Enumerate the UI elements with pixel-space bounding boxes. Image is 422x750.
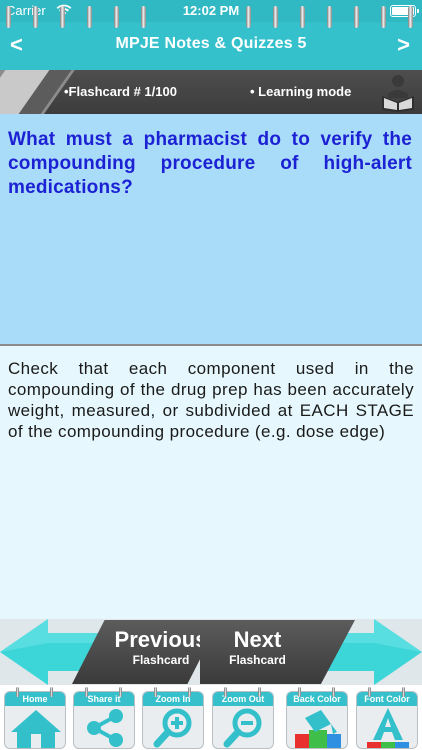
tile-pin: [298, 687, 301, 697]
page-title: MPJE Notes & Quizzes 5: [115, 35, 307, 52]
zoom-in-button[interactable]: Zoom In: [140, 687, 206, 749]
back-color-label: Back Color: [293, 694, 341, 704]
paint-bucket-icon: [295, 710, 341, 748]
zoom-out-label: Zoom Out: [221, 694, 265, 704]
home-icon: [11, 710, 61, 748]
font-color-button[interactable]: Font Color: [354, 687, 420, 749]
spiral-ring: [246, 6, 251, 28]
tile-pin: [332, 687, 335, 697]
share-icon: [87, 709, 123, 747]
answer-text: Check that each component used in the co…: [8, 359, 414, 441]
spiral-ring: [141, 6, 146, 28]
home-tile: Home: [4, 691, 66, 749]
tile-header: Share it: [74, 692, 134, 706]
tile-pin: [154, 687, 157, 697]
zoom-in-tile: Zoom In: [142, 691, 204, 749]
flashcard-counter: •Flashcard # 1/100: [64, 84, 177, 99]
tile-pin: [402, 687, 405, 697]
tile-pin: [368, 687, 371, 697]
tile-pin: [85, 687, 88, 697]
zoom-out-button[interactable]: Zoom Out: [210, 687, 276, 749]
spiral-ring: [60, 6, 65, 28]
spiral-ring: [408, 6, 413, 28]
info-banner: •Flashcard # 1/100 • Learning mode: [0, 70, 422, 114]
mode-label: • Learning mode: [250, 84, 352, 99]
share-button[interactable]: Share it: [71, 687, 137, 749]
home-label: Home: [22, 694, 48, 704]
bottom-toolbar: Home Share it Zoom In Zoom Out Back Colo…: [0, 685, 422, 750]
zoom-in-icon: [153, 708, 192, 748]
zoom-out-tile: Zoom Out: [212, 691, 274, 749]
tile-pin: [50, 687, 53, 697]
tile-pin: [16, 687, 19, 697]
spiral-ring: [87, 6, 92, 28]
font-color-label: Font Color: [364, 694, 410, 704]
share-label: Share it: [87, 694, 121, 704]
spiral-ring: [354, 6, 359, 28]
home-button[interactable]: Home: [2, 687, 68, 749]
spiral-binding: [0, 6, 422, 30]
flashcard-navigation: Previous Flashcard Next Flashcard: [0, 619, 422, 685]
zoom-in-label: Zoom In: [155, 694, 191, 704]
question-text: What must a pharmacist do to verify the …: [8, 129, 412, 198]
tile-pin: [188, 687, 191, 697]
font-color-icon: [367, 708, 409, 748]
font-color-tile: Font Color: [356, 691, 418, 749]
zoom-out-icon: [223, 708, 262, 748]
spiral-ring: [6, 6, 11, 28]
tile-header: Zoom Out: [213, 692, 273, 706]
nav-forward-button[interactable]: >: [397, 32, 410, 58]
share-tile: Share it: [73, 691, 135, 749]
tile-header: Zoom In: [143, 692, 203, 706]
spiral-ring: [273, 6, 278, 28]
answer-panel: Check that each component used in the co…: [0, 346, 422, 619]
spiral-ring: [114, 6, 119, 28]
tile-pin: [224, 687, 227, 697]
spiral-ring: [33, 6, 38, 28]
tile-header: Font Color: [357, 692, 417, 706]
back-color-tile: Back Color: [286, 691, 348, 749]
question-panel: What must a pharmacist do to verify the …: [0, 114, 422, 344]
spiral-ring: [327, 6, 332, 28]
tile-header: Back Color: [287, 692, 347, 706]
spiral-ring: [381, 6, 386, 28]
tile-pin: [119, 687, 122, 697]
tile-header: Home: [5, 692, 65, 706]
tile-pin: [258, 687, 261, 697]
previous-sublabel: Flashcard: [132, 653, 190, 667]
next-label: Next: [233, 627, 282, 652]
spiral-ring: [300, 6, 305, 28]
reader-icon: [382, 75, 414, 112]
back-color-button[interactable]: Back Color: [284, 687, 350, 749]
